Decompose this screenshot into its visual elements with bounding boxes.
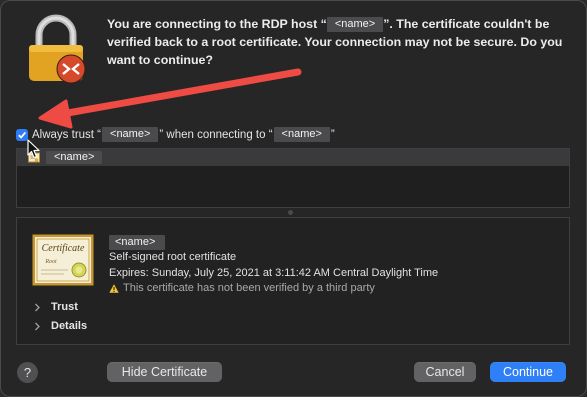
message-text-1: You are connecting to the RDP host “ bbox=[107, 17, 327, 31]
svg-text:Certificate: Certificate bbox=[42, 243, 85, 254]
tree-item[interactable]: <name> bbox=[17, 149, 569, 166]
certificate-expiry: Expires: Sunday, July 25, 2021 at 3:11:4… bbox=[109, 267, 439, 279]
cert-name-redacted: <name> bbox=[102, 127, 159, 142]
chevron-right-icon bbox=[35, 322, 40, 330]
continue-button[interactable]: Continue bbox=[490, 362, 566, 382]
padlock-icon bbox=[29, 14, 86, 84]
certificate-dialog: You are connecting to the RDP host “<nam… bbox=[0, 0, 587, 397]
certificate-icon: Certificate Root bbox=[32, 234, 94, 286]
warning-text: This certificate has not been verified b… bbox=[123, 282, 375, 294]
help-button[interactable]: ? bbox=[17, 362, 38, 383]
certificate-detail-panel: Certificate Root <name> Self-signed root… bbox=[16, 217, 570, 345]
tree-item-label: <name> bbox=[46, 151, 103, 164]
always-trust-label-1: Always trust “ bbox=[32, 128, 102, 141]
checkmark-icon bbox=[18, 131, 27, 139]
hide-certificate-button[interactable]: Hide Certificate bbox=[107, 362, 222, 382]
always-trust-row[interactable]: Always trust “ <name> ” when connecting … bbox=[16, 127, 335, 142]
warning-triangle-icon bbox=[109, 283, 119, 293]
svg-text:Root: Root bbox=[44, 259, 57, 265]
host-name-redacted: <name> bbox=[326, 17, 384, 32]
dialog-message: You are connecting to the RDP host “<nam… bbox=[107, 15, 573, 69]
host-name-redacted: <name> bbox=[273, 127, 330, 142]
always-trust-label-3: ” bbox=[330, 128, 335, 141]
trust-label: Trust bbox=[51, 301, 78, 313]
details-disclosure[interactable]: Details bbox=[34, 320, 87, 332]
cancel-button[interactable]: Cancel bbox=[414, 362, 476, 382]
certificate-type: Self-signed root certificate bbox=[109, 251, 237, 263]
certificate-warning: This certificate has not been verified b… bbox=[109, 282, 375, 294]
certificate-name: <name> bbox=[109, 233, 166, 251]
trust-disclosure[interactable]: Trust bbox=[34, 301, 78, 313]
details-label: Details bbox=[51, 320, 88, 332]
always-trust-label-2: ” when connecting to “ bbox=[159, 128, 273, 141]
split-handle[interactable] bbox=[288, 210, 293, 215]
chevron-right-icon bbox=[35, 303, 40, 311]
certificate-tree[interactable]: <name> bbox=[16, 148, 570, 208]
cert-name-redacted: <name> bbox=[109, 235, 166, 250]
mouse-cursor-icon bbox=[27, 139, 40, 159]
